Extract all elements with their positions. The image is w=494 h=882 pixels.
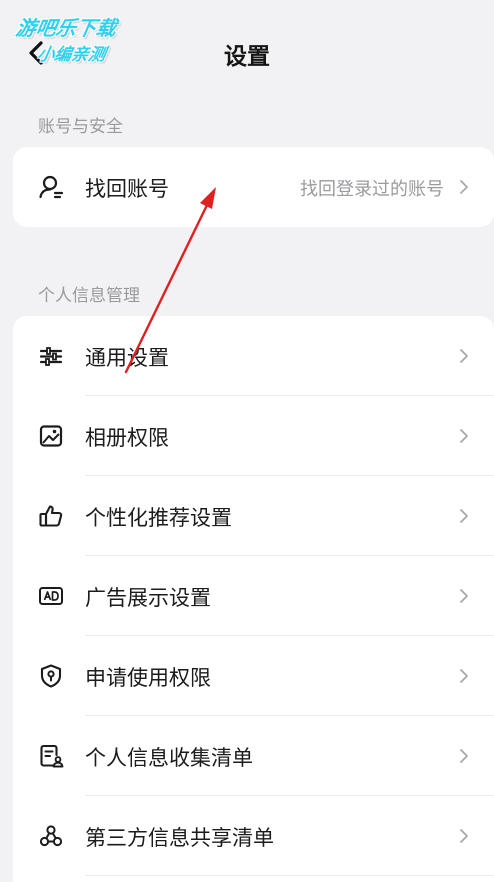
general-settings-row[interactable]: 通用设置 bbox=[13, 316, 494, 396]
chevron-right-icon bbox=[458, 827, 470, 845]
request-permission-label: 申请使用权限 bbox=[85, 666, 211, 690]
general-settings-label: 通用设置 bbox=[85, 346, 169, 370]
divider bbox=[85, 875, 494, 876]
chevron-right-icon bbox=[458, 587, 470, 605]
image-icon bbox=[38, 423, 64, 449]
personal-info-card: 通用设置 相册权限 个性化推荐设置 广告展示设置 申请使用权限 个人信息收集清单… bbox=[13, 316, 494, 882]
third-party-sharing-label: 第三方信息共享清单 bbox=[85, 826, 274, 850]
chevron-right-icon bbox=[458, 178, 470, 196]
chevron-right-icon bbox=[458, 347, 470, 365]
user-search-icon bbox=[38, 174, 64, 200]
info-collection-list-row[interactable]: 个人信息收集清单 bbox=[13, 716, 494, 796]
recover-account-label: 找回账号 bbox=[85, 177, 169, 201]
ad-display-settings-label: 广告展示设置 bbox=[85, 586, 211, 610]
info-collection-list-label: 个人信息收集清单 bbox=[85, 746, 253, 770]
document-user-icon bbox=[38, 743, 64, 769]
section-label-personal: 个人信息管理 bbox=[38, 286, 140, 306]
recover-account-value: 找回登录过的账号 bbox=[300, 179, 444, 200]
ad-display-settings-row[interactable]: 广告展示设置 bbox=[13, 556, 494, 636]
share-nodes-icon bbox=[38, 823, 64, 849]
section-label-account: 账号与安全 bbox=[38, 117, 123, 137]
top-bar: 游吧乐下载 小编亲测 设置 bbox=[0, 0, 494, 100]
thumbs-up-icon bbox=[38, 503, 64, 529]
request-permission-row[interactable]: 申请使用权限 bbox=[13, 636, 494, 716]
personalized-recommendation-row[interactable]: 个性化推荐设置 bbox=[13, 476, 494, 556]
third-party-sharing-row[interactable]: 第三方信息共享清单 bbox=[13, 796, 494, 876]
chevron-right-icon bbox=[458, 507, 470, 525]
chevron-right-icon bbox=[458, 427, 470, 445]
album-permission-row[interactable]: 相册权限 bbox=[13, 396, 494, 476]
account-card: 找回账号 找回登录过的账号 bbox=[13, 147, 494, 227]
sliders-icon bbox=[38, 343, 64, 369]
shield-icon bbox=[38, 663, 64, 689]
album-permission-label: 相册权限 bbox=[85, 426, 169, 450]
chevron-right-icon bbox=[458, 667, 470, 685]
ad-icon bbox=[38, 583, 64, 609]
page-title: 设置 bbox=[224, 44, 270, 70]
chevron-right-icon bbox=[458, 747, 470, 765]
recover-account-row[interactable]: 找回账号 找回登录过的账号 bbox=[13, 147, 494, 227]
personalized-recommendation-label: 个性化推荐设置 bbox=[85, 506, 232, 530]
